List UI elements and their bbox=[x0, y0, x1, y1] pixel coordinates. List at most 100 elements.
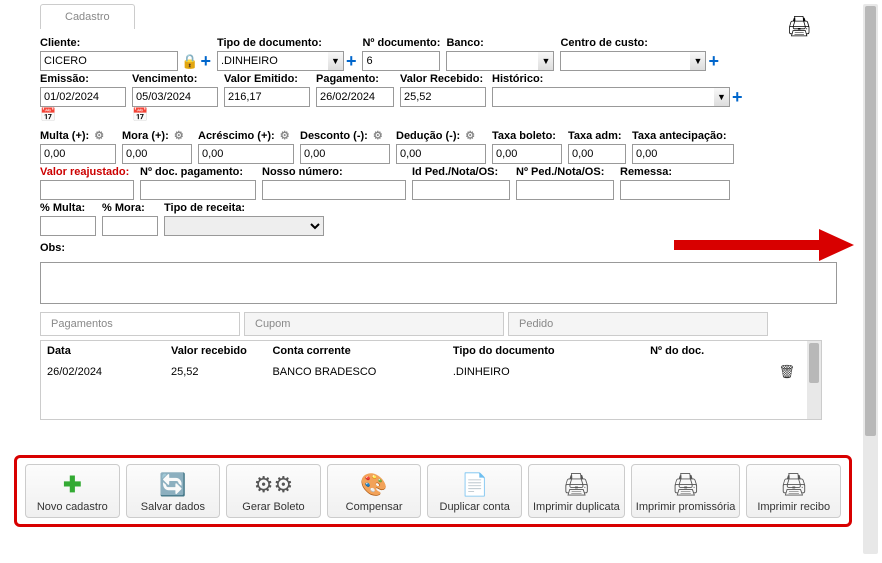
imprimir-duplicata-button[interactable]: 🖨 Imprimir duplicata bbox=[528, 464, 625, 518]
deducao-input[interactable] bbox=[396, 144, 486, 164]
th-conta: Conta corrente bbox=[266, 341, 446, 361]
vencimento-calendar-icon[interactable]: 📅 bbox=[132, 107, 148, 123]
th-valor: Valor recebido bbox=[165, 341, 266, 361]
centro-plus-icon[interactable]: + bbox=[708, 51, 719, 71]
toolbar: ✚ Novo cadastro 🔄 Salvar dados ⚙⚙ Gerar … bbox=[14, 455, 852, 527]
tipo-receita-select[interactable] bbox=[164, 216, 324, 236]
nosso-num-label: Nosso número: bbox=[262, 166, 406, 178]
acrescimo-input[interactable] bbox=[198, 144, 294, 164]
centro-dropdown-icon[interactable]: ▼ bbox=[690, 51, 706, 71]
printer-icon: 🖨 bbox=[562, 471, 590, 499]
imprimir-promissoria-button[interactable]: 🖨 Imprimir promissória bbox=[631, 464, 741, 518]
valor-emitido-label: Valor Emitido: bbox=[224, 73, 310, 85]
nosso-num-input[interactable] bbox=[262, 180, 406, 200]
tipo-doc-input[interactable] bbox=[217, 51, 328, 71]
multa-label: Multa (+): ⚙ bbox=[40, 129, 116, 142]
tipo-doc-label: Tipo de documento: bbox=[217, 37, 357, 49]
vencimento-label: Vencimento: bbox=[132, 73, 218, 85]
acrescimo-label: Acréscimo (+): ⚙ bbox=[198, 129, 294, 142]
historico-dropdown-icon[interactable]: ▼ bbox=[714, 87, 730, 107]
desconto-gear-icon[interactable]: ⚙ bbox=[373, 130, 383, 142]
tipo-doc-dropdown-icon[interactable]: ▼ bbox=[328, 51, 344, 71]
printer-icon: 🖨 bbox=[672, 471, 700, 499]
deducao-label: Dedução (-): ⚙ bbox=[396, 129, 486, 142]
historico-plus-icon[interactable]: + bbox=[732, 87, 743, 107]
print-top-icon[interactable]: 🖨 bbox=[787, 14, 812, 39]
mora-input[interactable] bbox=[122, 144, 192, 164]
remessa-label: Remessa: bbox=[620, 166, 730, 178]
gerar-boleto-button[interactable]: ⚙⚙ Gerar Boleto bbox=[226, 464, 321, 518]
valor-reaj-input[interactable] bbox=[40, 180, 134, 200]
centro-input[interactable] bbox=[560, 51, 690, 71]
cell-conta: BANCO BRADESCO bbox=[266, 361, 446, 383]
compensar-button[interactable]: 🎨 Compensar bbox=[327, 464, 422, 518]
cliente-label: Cliente: bbox=[40, 37, 211, 49]
valor-recebido-label: Valor Recebido: bbox=[400, 73, 486, 85]
subtab-pedido[interactable]: Pedido bbox=[508, 312, 768, 336]
historico-input[interactable] bbox=[492, 87, 714, 107]
banco-label: Banco: bbox=[446, 37, 554, 49]
mora-gear-icon[interactable]: ⚙ bbox=[174, 130, 184, 142]
pct-multa-input[interactable] bbox=[40, 216, 96, 236]
taxa-boleto-input[interactable] bbox=[492, 144, 562, 164]
emissao-calendar-icon[interactable]: 📅 bbox=[40, 107, 56, 123]
banco-input[interactable] bbox=[446, 51, 538, 71]
cell-ndoc bbox=[644, 361, 768, 383]
emissao-label: Emissão: bbox=[40, 73, 126, 85]
pagamento-input[interactable] bbox=[316, 87, 394, 107]
obs-textarea[interactable] bbox=[40, 262, 837, 304]
n-ped-input[interactable] bbox=[516, 180, 614, 200]
id-ped-input[interactable] bbox=[412, 180, 510, 200]
historico-label: Histórico: bbox=[492, 73, 743, 85]
table-row[interactable]: 26/02/2024 25,52 BANCO BRADESCO .DINHEIR… bbox=[41, 361, 807, 383]
taxa-adm-label: Taxa adm: bbox=[568, 130, 626, 142]
valor-recebido-input[interactable] bbox=[400, 87, 486, 107]
novo-cadastro-button[interactable]: ✚ Novo cadastro bbox=[25, 464, 120, 518]
remessa-input[interactable] bbox=[620, 180, 730, 200]
printer-icon: 🖨 bbox=[780, 471, 808, 499]
cell-data: 26/02/2024 bbox=[41, 361, 165, 383]
n-doc-pag-label: Nº doc. pagamento: bbox=[140, 166, 256, 178]
tipo-doc-plus-icon[interactable]: + bbox=[346, 51, 357, 71]
acrescimo-gear-icon[interactable]: ⚙ bbox=[280, 130, 290, 142]
compensar-icon: 🎨 bbox=[360, 471, 387, 499]
lock-icon[interactable]: 🔒 bbox=[181, 51, 198, 71]
subtab-cupom[interactable]: Cupom bbox=[244, 312, 504, 336]
form-tabs: Cadastro bbox=[40, 4, 852, 29]
salvar-dados-button[interactable]: 🔄 Salvar dados bbox=[126, 464, 221, 518]
banco-dropdown-icon[interactable]: ▼ bbox=[538, 51, 554, 71]
taxa-antec-input[interactable] bbox=[632, 144, 734, 164]
subtab-pagamentos[interactable]: Pagamentos bbox=[40, 312, 240, 336]
table-scrollbar[interactable] bbox=[807, 341, 821, 419]
n-doc-pag-input[interactable] bbox=[140, 180, 256, 200]
cliente-input[interactable] bbox=[40, 51, 178, 71]
taxa-adm-input[interactable] bbox=[568, 144, 626, 164]
cliente-plus-icon[interactable]: + bbox=[200, 51, 211, 71]
tipo-receita-label: Tipo de receita: bbox=[164, 202, 324, 214]
pct-mora-label: % Mora: bbox=[102, 202, 158, 214]
mora-label: Mora (+): ⚙ bbox=[122, 129, 192, 142]
desconto-input[interactable] bbox=[300, 144, 390, 164]
cell-valor: 25,52 bbox=[165, 361, 266, 383]
gears-icon: ⚙⚙ bbox=[254, 471, 293, 499]
imprimir-recibo-button[interactable]: 🖨 Imprimir recibo bbox=[746, 464, 841, 518]
multa-input[interactable] bbox=[40, 144, 116, 164]
obs-label: Obs: bbox=[40, 242, 65, 254]
main-scrollbar[interactable] bbox=[863, 4, 878, 554]
pct-mora-input[interactable] bbox=[102, 216, 158, 236]
emissao-input[interactable] bbox=[40, 87, 126, 107]
tab-cadastro[interactable]: Cadastro bbox=[40, 4, 135, 29]
n-ped-label: Nº Ped./Nota/OS: bbox=[516, 166, 614, 178]
valor-emitido-input[interactable] bbox=[224, 87, 310, 107]
multa-gear-icon[interactable]: ⚙ bbox=[94, 130, 104, 142]
n-doc-label: Nº documento: bbox=[362, 37, 440, 49]
pct-multa-label: % Multa: bbox=[40, 202, 96, 214]
deducao-gear-icon[interactable]: ⚙ bbox=[465, 130, 475, 142]
th-ndoc: Nº do doc. bbox=[644, 341, 768, 361]
cell-tipo: .DINHEIRO bbox=[447, 361, 644, 383]
n-doc-input[interactable] bbox=[362, 51, 440, 71]
trash-icon[interactable]: 🗑 bbox=[778, 364, 795, 379]
vencimento-input[interactable] bbox=[132, 87, 218, 107]
duplicar-button[interactable]: 📄 Duplicar conta bbox=[427, 464, 522, 518]
desconto-label: Desconto (-): ⚙ bbox=[300, 129, 390, 142]
